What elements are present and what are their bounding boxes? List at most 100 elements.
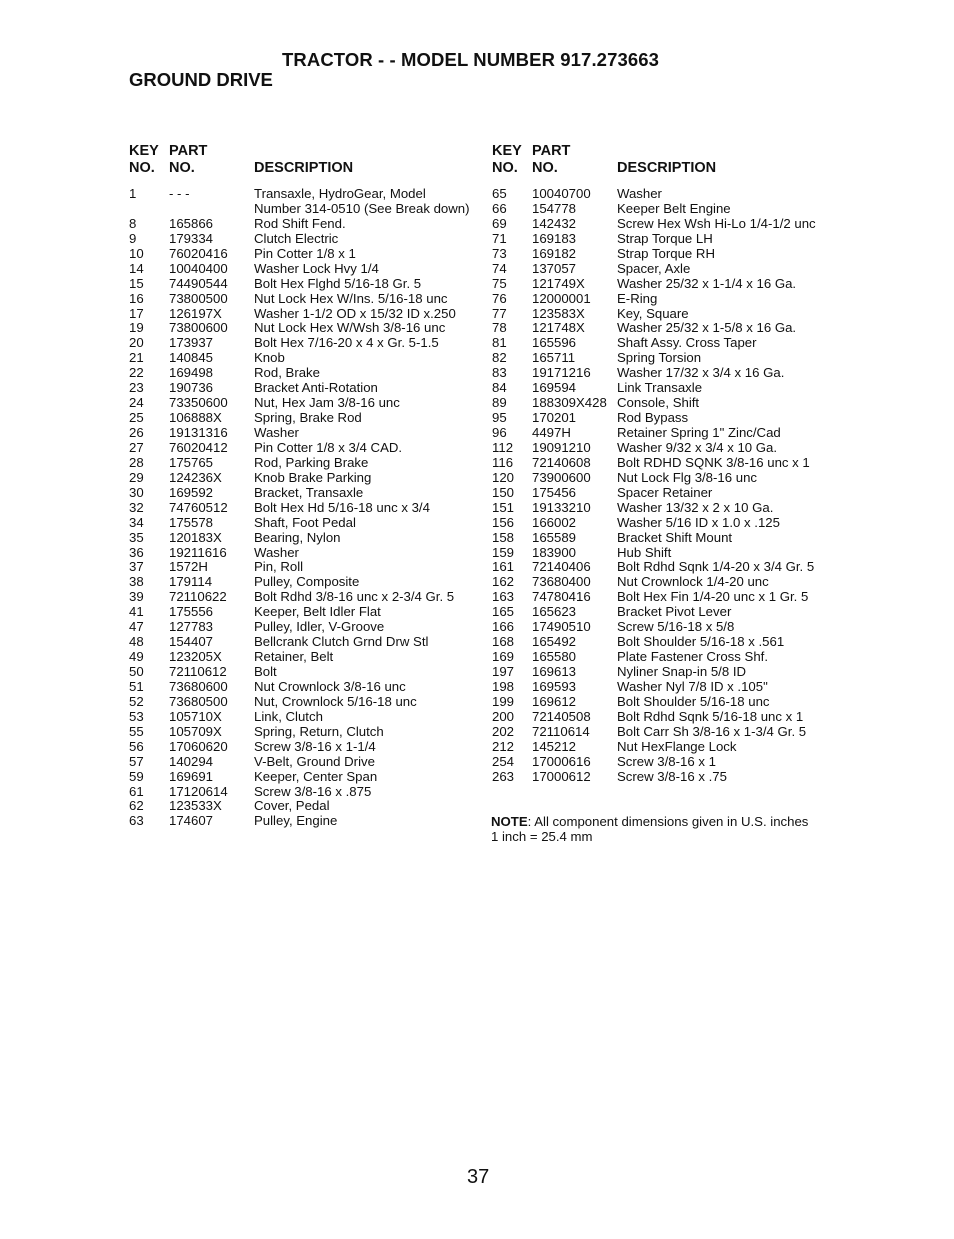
table-row: 254 17000616 Screw 3/8-16 x 1 <box>492 754 847 770</box>
part-description: Retainer Spring 1" Zinc/Cad <box>617 425 781 440</box>
part-number: 190736 <box>169 380 214 396</box>
part-description: Bracket, Transaxle <box>254 484 364 500</box>
table-row: 69 142432 Screw Hex Wsh Hi-Lo 1/4-1/2 unc <box>492 215 847 232</box>
key-number: 159 <box>492 544 515 560</box>
part-description: Nut Crownlock 1/4-20 unc <box>617 574 769 590</box>
key-number: 53 <box>129 708 144 724</box>
table-row: 158 165589 Bracket Shift Mount <box>492 529 847 546</box>
table-body: 65 10040700 Washer 66 154778 Keeper Belt Engi… <box>492 186 847 785</box>
table-row: 38 179114 Pulley, Composite <box>129 574 474 590</box>
part-number: 154778 <box>532 200 577 216</box>
key-number: 83 <box>492 365 507 381</box>
table-row: 96 4497H Retainer Spring 1" Zinc/Cad <box>492 425 847 441</box>
key-number: 198 <box>492 678 515 694</box>
part-description: Bolt Rdhd 3/8-16 unc x 2-3/4 Gr. 5 <box>254 589 455 605</box>
table-row: 73 169182 Strap Torque RH <box>492 245 847 262</box>
part-description: Washer 25/32 x 1-1/4 x 16 Ga. <box>617 275 797 291</box>
key-number: 69 <box>492 215 507 231</box>
part-number: 137057 <box>532 260 577 276</box>
table-row: 48 154407 Bellcrank Clutch Grnd Drw Stl <box>129 634 474 650</box>
part-number: 19133210 <box>532 499 591 515</box>
part-description: Pin Cotter 1/8 x 3/4 CAD. <box>254 439 403 455</box>
header-part-no: NO. <box>169 160 195 176</box>
table-row: 14 10040400 Washer Lock Hvy 1/4 <box>129 261 474 277</box>
part-description: Bolt RDHD SQNK 3/8-16 unc x 1 <box>617 454 810 470</box>
table-row: 81 165596 Shaft Assy. Cross Taper <box>492 335 847 351</box>
part-description: Screw 3/8-16 x .75 <box>617 768 727 784</box>
key-number: 168 <box>492 634 515 650</box>
part-number: 4497H <box>532 425 571 440</box>
table-row: 120 73900600 Nut Lock Flg 3/8-16 unc <box>492 469 847 486</box>
part-description: Washer 1-1/2 OD x 15/32 ID x.250 <box>254 305 456 321</box>
part-description: Screw 3/8-16 x .875 <box>254 783 372 799</box>
table-row: 49 123205X Retainer, Belt <box>129 649 474 665</box>
part-description: Bolt Hex Flghd 5/16-18 Gr. 5 <box>254 275 422 291</box>
part-description: Strap Torque LH <box>617 230 713 246</box>
part-number: 169182 <box>532 245 577 261</box>
table-row: 165 165623 Bracket Pivot Lever <box>492 604 847 620</box>
part-description: Bracket Anti-Rotation <box>254 380 378 396</box>
part-description: Console, Shift <box>617 395 700 411</box>
part-description: Nut Crownlock 3/8-16 unc <box>254 678 406 694</box>
part-description: Keeper Belt Engine <box>617 200 731 216</box>
key-number: 9 <box>129 230 137 246</box>
header-part: PART <box>169 143 208 159</box>
key-number: 89 <box>492 395 507 411</box>
table-row: 71 169183 Strap Torque LH <box>492 230 847 247</box>
table-row: 198 169593 Washer Nyl 7/8 ID x .105" <box>492 678 847 695</box>
part-number: 170201 <box>532 410 577 426</box>
table-row: 168 165492 Bolt Shoulder 5/16-18 x .561 <box>492 634 847 650</box>
key-number: 38 <box>129 574 144 590</box>
part-description: Knob <box>254 350 285 366</box>
part-description: Spring, Return, Clutch <box>254 723 384 739</box>
table-row: 35 120183X Bearing, Nylon <box>129 530 474 546</box>
header-part: PART <box>532 143 571 159</box>
part-number: 72110614 <box>532 723 590 739</box>
table-row: 75 121749X Washer 25/32 x 1-1/4 x 16 Ga. <box>492 275 847 292</box>
part-number: 140294 <box>169 753 214 769</box>
part-description: Keeper, Center Span <box>254 768 378 784</box>
part-description: Bolt Rdhd Sqnk 1/4-20 x 3/4 Gr. 5 <box>617 559 815 575</box>
part-description: Nut Lock Flg 3/8-16 unc <box>617 469 758 485</box>
part-description: Washer <box>254 425 299 440</box>
part-description: E-Ring <box>617 290 658 306</box>
table-row: 84 169594 Link Transaxle <box>492 380 847 396</box>
part-description: Strap Torque RH <box>617 245 715 261</box>
header-key: KEY <box>129 143 159 159</box>
key-number: 34 <box>129 514 144 530</box>
part-description: Washer 17/32 x 3/4 x 16 Ga. <box>617 365 785 381</box>
table-row: 9 179334 Clutch Electric <box>129 230 474 247</box>
part-description: Bolt Hex 7/16-20 x 4 x Gr. 5-1.5 <box>254 335 439 351</box>
key-number: 39 <box>129 589 144 605</box>
table-row: 212 145212 Nut HexFlange Lock <box>492 739 847 755</box>
part-number: 165492 <box>532 634 577 650</box>
part-description: Key, Square <box>617 305 689 321</box>
table-row: 78 121748X Washer 25/32 x 1-5/8 x 16 Ga. <box>492 320 847 336</box>
table-row: 65 10040700 Washer <box>492 186 847 202</box>
table-row: 47 127783 Pulley, Idler, V-Groove <box>129 619 474 635</box>
table-row: 53 105710X Link, Clutch <box>129 708 474 725</box>
part-description: Screw 5/16-18 x 5/8 <box>617 619 735 635</box>
part-description: Knob Brake Parking <box>254 469 372 485</box>
table-row: 169 165580 Plate Fastener Cross Shf. <box>492 649 847 665</box>
part-description: Bracket Shift Mount <box>617 529 733 545</box>
header-key: KEY <box>492 143 522 159</box>
part-number: 123533X <box>169 798 222 814</box>
part-number: 169691 <box>169 768 214 784</box>
key-number: 75 <box>492 275 507 291</box>
part-description: Washer <box>254 544 299 560</box>
key-number: 66 <box>492 200 507 216</box>
key-number: 151 <box>492 499 515 515</box>
key-number: 116 <box>492 454 514 470</box>
part-number: 169613 <box>532 664 577 679</box>
part-number: 19171216 <box>532 365 591 381</box>
part-number: 72140406 <box>532 559 591 575</box>
table-row: 10 76020416 Pin Cotter 1/8 x 1 <box>129 246 474 262</box>
part-number: 165589 <box>532 529 577 545</box>
key-number: 17 <box>129 305 144 321</box>
key-number: 48 <box>129 634 144 650</box>
part-description: Pin, Roll <box>254 559 304 575</box>
part-description: Spring, Brake Rod <box>254 410 362 426</box>
part-number: 19091210 <box>532 439 591 455</box>
table-row: 22 169498 Rod, Brake <box>129 365 474 381</box>
